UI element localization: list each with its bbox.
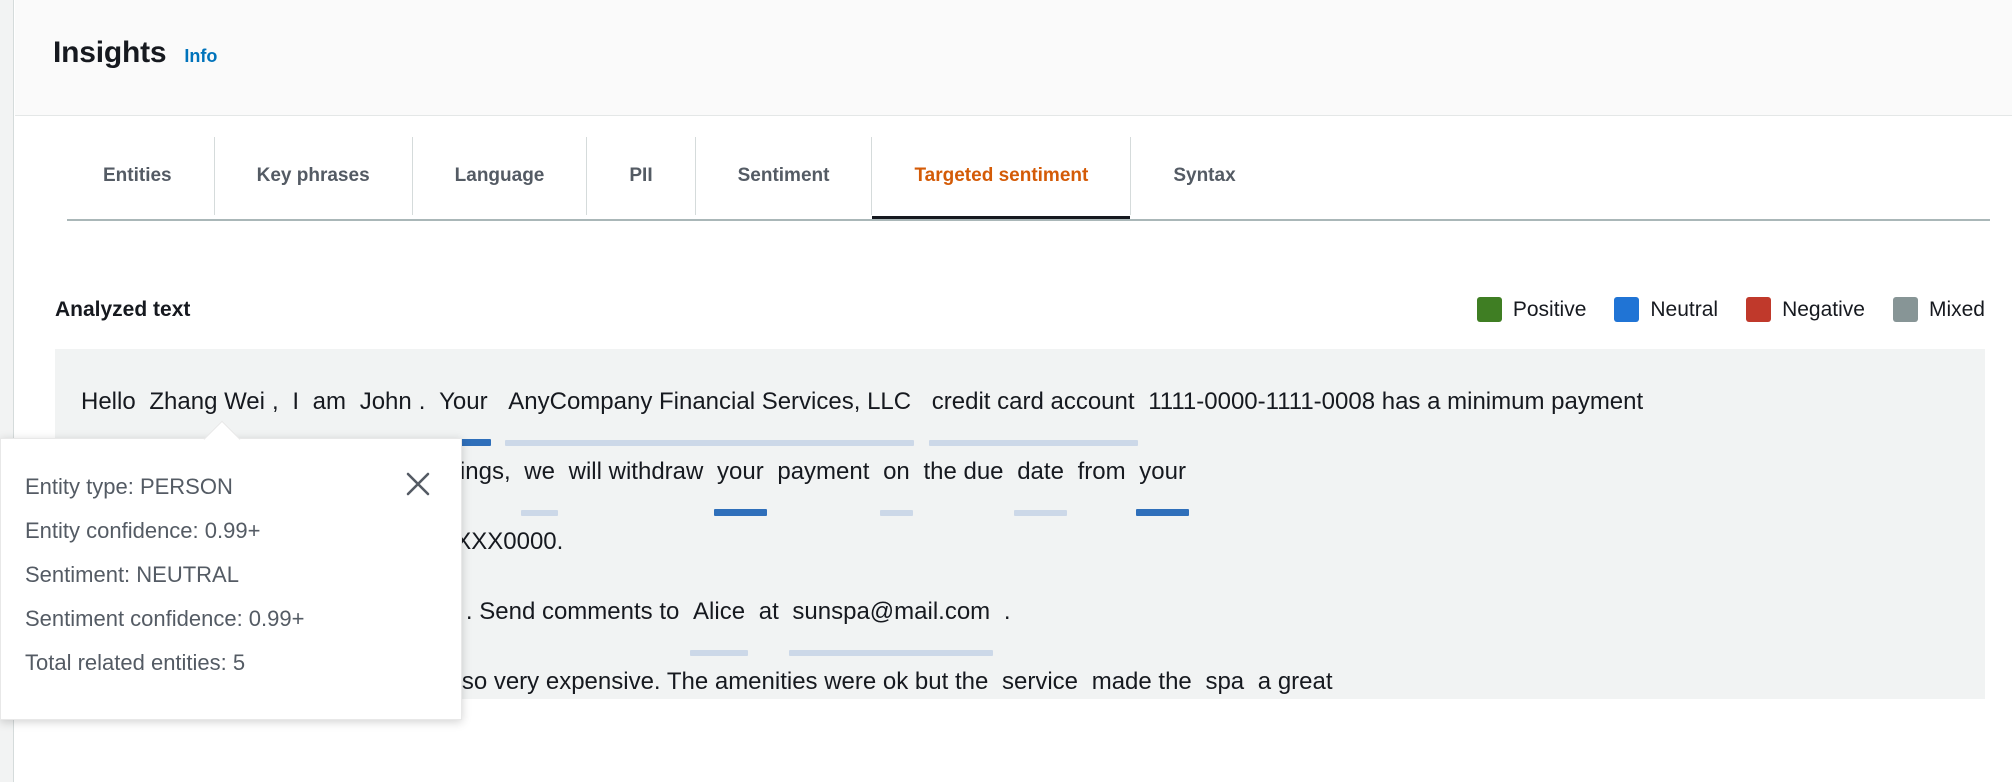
entity-token[interactable]: I xyxy=(285,367,306,446)
entity-token[interactable]: sunspa@mail.com xyxy=(785,577,997,656)
text-segment: will withdraw xyxy=(561,458,710,485)
entity-token[interactable]: Alice xyxy=(686,577,752,656)
entity-token[interactable]: we xyxy=(517,437,562,516)
tooltip-entity-confidence: Entity confidence: 0.99+ xyxy=(25,518,261,543)
legend-label: Neutral xyxy=(1650,297,1719,321)
text-segment: . xyxy=(997,598,1011,625)
sentiment-legend: Positive Neutral Negative Mixed xyxy=(1476,297,1985,322)
tooltip-sentiment: Sentiment: NEUTRAL xyxy=(25,562,239,587)
header-inner: Insights Info xyxy=(15,0,2012,70)
legend-item-negative: Negative xyxy=(1746,297,1865,322)
text-segment: from xyxy=(1070,458,1133,485)
tab-targeted-sentiment[interactable]: Targeted sentiment xyxy=(871,137,1131,221)
legend-item-neutral: Neutral xyxy=(1614,297,1718,322)
entity-token[interactable]: spa xyxy=(1198,647,1251,699)
analyzed-text-line: Hello Zhang Wei, I am John. Your AnyComp… xyxy=(81,367,1959,446)
text-segment xyxy=(495,388,502,415)
text-segment: 1111-0000-1111-0008 has a minimum paymen… xyxy=(1141,388,1644,415)
legend-swatch-mixed-icon xyxy=(1892,297,1918,322)
text-segment: Hello xyxy=(81,388,143,415)
entity-token[interactable]: your xyxy=(710,437,771,516)
legend-label: Negative xyxy=(1782,297,1865,321)
text-segment xyxy=(918,388,925,415)
text-segment: payment xyxy=(770,458,877,485)
entity-token[interactable]: Your xyxy=(432,367,495,446)
analyzed-text-label: Analyzed text xyxy=(55,297,191,321)
text-segment: was also very expensive. The amenities w… xyxy=(387,668,995,695)
page-title: Insights xyxy=(53,36,167,69)
entity-token[interactable]: your xyxy=(1132,437,1193,516)
text-segment: a great xyxy=(1251,668,1333,695)
legend-item-positive: Positive xyxy=(1476,297,1587,322)
tab-syntax[interactable]: Syntax xyxy=(1130,137,1277,215)
entity-token[interactable]: Zhang Wei xyxy=(142,367,272,446)
tab-sentiment[interactable]: Sentiment xyxy=(694,137,872,215)
tab-entities[interactable]: Entities xyxy=(55,137,214,215)
tooltip-sentiment-confidence: Sentiment confidence: 0.99+ xyxy=(25,606,305,631)
text-segment: . Send comments to xyxy=(465,598,687,625)
legend-item-mixed: Mixed xyxy=(1892,297,1985,322)
tab-list: Entities Key phrases Language PII Sentiment T… xyxy=(55,137,1278,221)
entity-token[interactable]: date xyxy=(1010,437,1071,516)
legend-label: Positive xyxy=(1512,297,1587,321)
text-segment: at xyxy=(752,598,786,625)
tab-language[interactable]: Language xyxy=(411,137,587,215)
text-segment: am xyxy=(306,388,353,415)
tab-key-phrases[interactable]: Key phrases xyxy=(213,137,412,215)
text-segment: , xyxy=(271,388,286,415)
text-segment: the due xyxy=(916,458,1011,485)
tabs-container: Entities Key phrases Language PII Sentiment T… xyxy=(15,116,2012,266)
legend-label: Mixed xyxy=(1928,297,1985,321)
entity-token[interactable]: credit card account xyxy=(925,367,1142,446)
entity-token[interactable]: John xyxy=(353,367,419,446)
page-header: Insights Info xyxy=(15,0,2012,116)
legend-swatch-neutral-icon xyxy=(1614,297,1640,322)
entity-token[interactable]: service xyxy=(995,647,1085,699)
entity-token[interactable]: on xyxy=(876,437,917,516)
info-link[interactable]: Info xyxy=(184,46,217,67)
tooltip-entity-type: Entity type: PERSON xyxy=(25,474,233,499)
analyzed-text-header: Analyzed text Positive Neutral Negative Mix… xyxy=(55,297,1985,322)
insights-page: Insights Info Entities Key phrases Languag… xyxy=(0,0,2012,782)
legend-swatch-positive-icon xyxy=(1476,297,1502,322)
tabs-divider xyxy=(67,219,1990,221)
text-segment: made the xyxy=(1085,668,1199,695)
tooltip-total-related-entities: Total related entities: 5 xyxy=(25,650,246,675)
entity-token[interactable]: AnyCompany Financial Services, LLC xyxy=(501,367,918,446)
close-icon[interactable] xyxy=(403,469,433,499)
entity-tooltip: Entity type: PERSON Entity confidence: 0… xyxy=(0,420,462,720)
tab-pii[interactable]: PII xyxy=(586,137,694,215)
text-segment: . xyxy=(418,388,433,415)
legend-swatch-negative-icon xyxy=(1746,297,1772,322)
